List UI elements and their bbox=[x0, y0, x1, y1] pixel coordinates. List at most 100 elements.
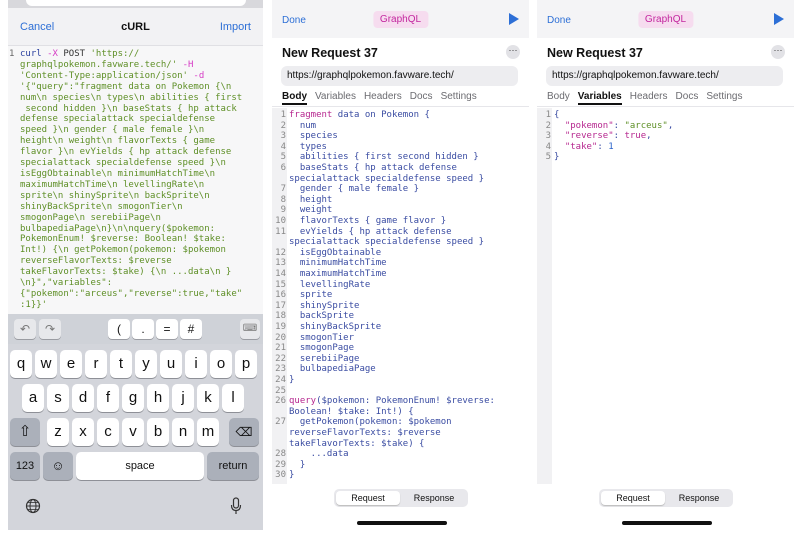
body-line: defense specialattack specialdefense bbox=[20, 114, 216, 125]
tab-docs[interactable]: Docs bbox=[410, 91, 433, 102]
emoji-icon[interactable]: ☺ bbox=[43, 452, 73, 480]
key-s[interactable]: s bbox=[47, 384, 69, 412]
key-i[interactable]: i bbox=[185, 350, 207, 378]
done-button[interactable]: Done bbox=[547, 15, 571, 26]
key-g[interactable]: g bbox=[122, 384, 144, 412]
curl-editor[interactable]: 1 curl -X POST 'https:// graphqlpokemon.… bbox=[8, 46, 263, 314]
numbers-key[interactable]: 123 bbox=[10, 452, 40, 480]
tab-docs[interactable]: Docs bbox=[676, 91, 699, 102]
graphql-nav-bar: Done GraphQL bbox=[272, 0, 529, 38]
key-d[interactable]: d bbox=[72, 384, 94, 412]
undo-icon[interactable]: ↶ bbox=[14, 319, 36, 339]
graphql-badge[interactable]: GraphQL bbox=[637, 11, 694, 28]
request-tabs: Body Variables Headers Docs Settings bbox=[547, 91, 750, 105]
toolbar-key[interactable]: ( bbox=[108, 319, 130, 339]
url-field[interactable]: https://graphqlpokemon.favware.tech/ bbox=[546, 66, 783, 86]
tab-body[interactable]: Body bbox=[547, 91, 570, 102]
more-icon[interactable]: ··· bbox=[506, 45, 520, 59]
run-icon[interactable] bbox=[509, 13, 519, 25]
option-x: -X bbox=[47, 49, 58, 59]
code-text: types bbox=[289, 141, 327, 152]
line-number: 3 bbox=[280, 131, 286, 142]
key-t[interactable]: t bbox=[110, 350, 132, 378]
key-r[interactable]: r bbox=[85, 350, 107, 378]
toolbar-key[interactable]: # bbox=[180, 319, 202, 339]
body-line: shinyBackSprite\n smogonTier\n bbox=[20, 201, 183, 212]
import-button[interactable]: Import bbox=[220, 21, 251, 33]
toolbar-key[interactable]: . bbox=[132, 319, 154, 339]
done-button[interactable]: Done bbox=[282, 15, 306, 26]
line-number: 12 bbox=[275, 247, 286, 258]
segment-request[interactable]: Request bbox=[601, 491, 665, 505]
key-k[interactable]: k bbox=[197, 384, 219, 412]
key-o[interactable]: o bbox=[210, 350, 232, 378]
space-key[interactable]: space bbox=[76, 452, 204, 480]
line-number: 9 bbox=[280, 205, 286, 216]
line-number: 2 bbox=[280, 120, 286, 131]
code-text: minimumHatchTime bbox=[289, 258, 387, 269]
key-v[interactable]: v bbox=[122, 418, 144, 446]
variables-editor[interactable]: 1{ 2 "pokemon": "arceus", 3 "reverse": t… bbox=[537, 108, 794, 484]
tab-headers[interactable]: Headers bbox=[364, 91, 402, 102]
globe-icon[interactable] bbox=[25, 498, 41, 514]
key-b[interactable]: b bbox=[147, 418, 169, 446]
tab-settings[interactable]: Settings bbox=[706, 91, 742, 102]
more-icon[interactable]: ··· bbox=[771, 45, 785, 59]
tab-variables[interactable]: Variables bbox=[577, 91, 622, 105]
key-x[interactable]: x bbox=[72, 418, 94, 446]
redo-icon[interactable]: ↷ bbox=[39, 319, 61, 339]
code-text: serebiiPage bbox=[289, 353, 360, 364]
key-f[interactable]: f bbox=[97, 384, 119, 412]
code-text: baseStats { hp attack defense bbox=[289, 163, 457, 173]
key-l[interactable]: l bbox=[222, 384, 244, 412]
json-string: "arceus" bbox=[624, 120, 668, 131]
key-q[interactable]: q bbox=[10, 350, 32, 378]
graphql-badge[interactable]: GraphQL bbox=[372, 11, 429, 28]
key-e[interactable]: e bbox=[60, 350, 82, 378]
code-text: takeFlavorTexts: $take) { bbox=[289, 438, 425, 449]
segment-response[interactable]: Response bbox=[402, 491, 466, 505]
line-number: 19 bbox=[275, 322, 286, 332]
segment-request[interactable]: Request bbox=[336, 491, 400, 505]
tab-variables[interactable]: Variables bbox=[315, 91, 356, 102]
segment-response[interactable]: Response bbox=[667, 491, 731, 505]
body-editor[interactable]: 1 fragment data on Pokemon { 2 num 3 spec… bbox=[272, 108, 529, 484]
key-a[interactable]: a bbox=[22, 384, 44, 412]
tab-body[interactable]: Body bbox=[282, 91, 307, 105]
line-number: 5 bbox=[545, 152, 551, 163]
toolbar-key[interactable]: = bbox=[156, 319, 178, 339]
backspace-icon[interactable]: ⌫ bbox=[229, 418, 259, 446]
key-n[interactable]: n bbox=[172, 418, 194, 446]
microphone-icon[interactable] bbox=[230, 497, 242, 515]
key-z[interactable]: z bbox=[47, 418, 69, 446]
line-number: 18 bbox=[275, 311, 286, 322]
key-j[interactable]: j bbox=[172, 384, 194, 412]
line-number: 7 bbox=[280, 184, 286, 195]
home-indicator bbox=[357, 521, 447, 525]
code-text: sprite bbox=[289, 290, 333, 301]
code-text: Boolean! $take: Int!) { bbox=[289, 406, 414, 417]
key-w[interactable]: w bbox=[35, 350, 57, 378]
body-line: num\n species\n types\n abilities { firs… bbox=[20, 92, 243, 103]
option-h: -H bbox=[182, 59, 194, 70]
shift-icon[interactable]: ⇧ bbox=[10, 418, 40, 446]
sheet-edge bbox=[26, 0, 246, 6]
option-d: -d bbox=[193, 70, 205, 81]
body-line: flavor }\n evYields { hp attack defense bbox=[20, 147, 232, 158]
graphql-variables-panel: Done GraphQL New Request 37 ··· https://… bbox=[537, 0, 794, 530]
tab-settings[interactable]: Settings bbox=[441, 91, 477, 102]
line-number: 14 bbox=[275, 269, 286, 279]
url-field[interactable]: https://graphqlpokemon.favware.tech/ bbox=[281, 66, 518, 86]
key-c[interactable]: c bbox=[97, 418, 119, 446]
dismiss-keyboard-icon[interactable]: ⌨ bbox=[240, 319, 260, 339]
return-key[interactable]: return bbox=[207, 452, 259, 480]
key-u[interactable]: u bbox=[160, 350, 182, 378]
key-p[interactable]: p bbox=[235, 350, 257, 378]
key-h[interactable]: h bbox=[147, 384, 169, 412]
run-icon[interactable] bbox=[774, 13, 784, 25]
tab-headers[interactable]: Headers bbox=[630, 91, 668, 102]
key-y[interactable]: y bbox=[135, 350, 157, 378]
body-line: Int!) {\n getPokemon(pokemon: $pokemon bbox=[20, 245, 226, 256]
code-text: } bbox=[289, 470, 295, 481]
key-m[interactable]: m bbox=[197, 418, 219, 446]
